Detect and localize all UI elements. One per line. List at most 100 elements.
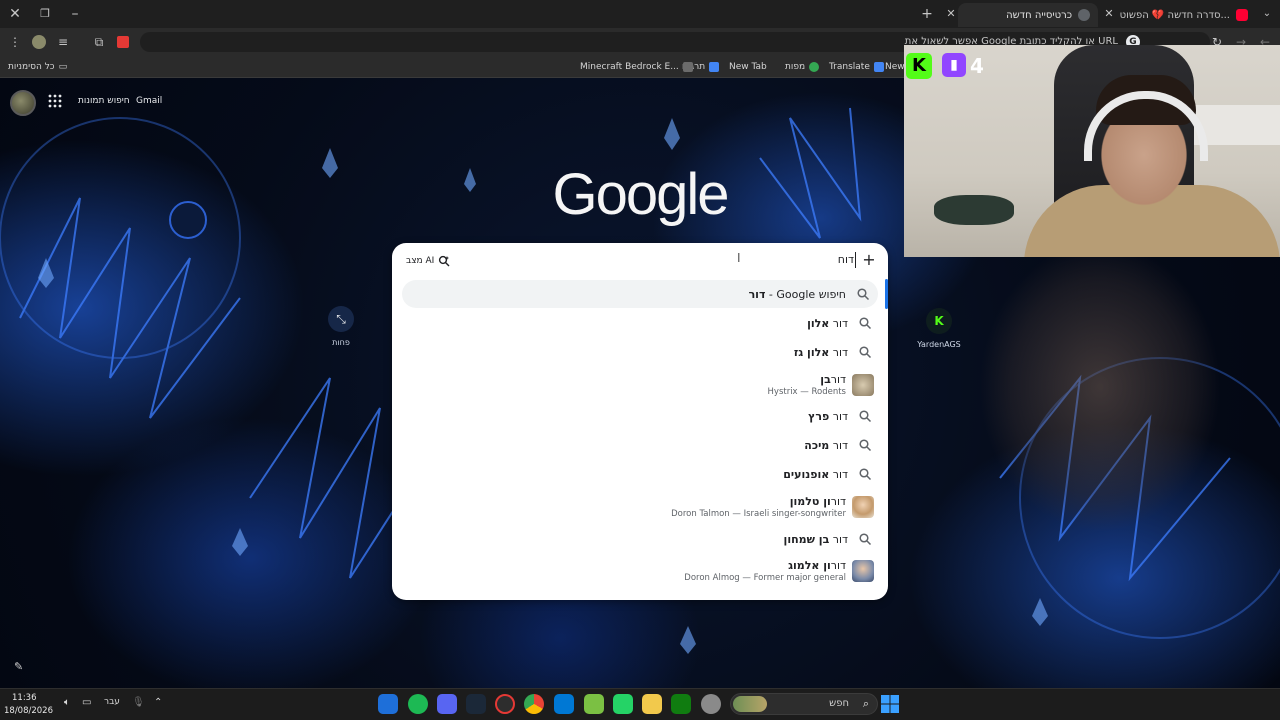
language-indicator[interactable]: עבר [104, 697, 120, 707]
xbox-icon[interactable] [671, 694, 691, 714]
ai-search-icon [439, 255, 450, 267]
obs-icon[interactable] [495, 694, 515, 714]
chrome-taskbar-icon[interactable] [524, 694, 544, 714]
gmail-link[interactable]: Gmail [136, 96, 162, 106]
shortcut-tile[interactable]: ⤡ פחות [318, 306, 364, 347]
bookmark-new[interactable]: New [885, 59, 905, 75]
search-highlight-art [733, 696, 767, 712]
suggestion-row-entity[interactable]: דורבן Hystrix — Rodents [400, 372, 880, 398]
reading-list-icon[interactable]: ≡ [54, 33, 72, 51]
search-icon: ⌕ [862, 697, 869, 710]
suggestion-bold: ון טלמון [789, 495, 831, 508]
minecraft-icon [682, 62, 693, 72]
whatsapp-icon[interactable] [613, 694, 633, 714]
folder-icon: ▭ [58, 62, 68, 72]
selection-indicator [885, 279, 888, 309]
suggestion-row[interactable]: דור פרץ [400, 407, 880, 425]
suggestion-rest: - Google חיפוש [765, 287, 846, 301]
suggestion-bold: אלון גז [793, 345, 830, 359]
search-icon [859, 533, 872, 546]
ai-mode-button[interactable]: מצב AI [402, 252, 454, 270]
suggestion-row-entity[interactable]: דורון אלמוג Doron Almog — Former major g… [400, 558, 880, 584]
search-icon [859, 346, 872, 359]
file-explorer-icon[interactable] [642, 694, 662, 714]
new-tab-icon[interactable]: + [916, 4, 938, 24]
webcam-floor-object [934, 195, 1014, 225]
bookmark-label: Minecraft Bedrock E... [580, 62, 679, 72]
search-icon [859, 317, 872, 330]
suggestion-row-entity[interactable]: דורון טלמון Doron Talmon — Israeli singe… [400, 494, 880, 520]
images-link[interactable]: חיפוש תמונות [78, 96, 130, 106]
bookmark-new-tab[interactable]: New Tab [729, 59, 767, 75]
shortcut-tile-yarden[interactable]: K YardenAGS [916, 308, 962, 349]
profile-avatar[interactable] [30, 33, 48, 51]
menu-kebab-icon[interactable]: ⋮ [6, 33, 24, 51]
tab-youtube[interactable]: (1025) סדרה חדשה 💔 הפשוט... [1118, 3, 1256, 27]
translate-icon [873, 62, 884, 72]
streamer-face-overlay [900, 257, 1280, 557]
suggestion-rest: דור [830, 559, 846, 572]
tab-label: כרטיסייה חדשה [1006, 9, 1072, 21]
porcupine-thumbnail [852, 374, 874, 396]
bookmark-label: Translate [829, 62, 870, 72]
kick-icon: K [926, 308, 952, 334]
network-icon[interactable]: ▭ [82, 697, 91, 708]
apps-grid-icon[interactable] [48, 94, 62, 108]
suggestion-row[interactable]: דור - Google חיפוש [402, 280, 878, 308]
settings-gear-icon[interactable] [701, 694, 721, 714]
tray-chevron-icon[interactable]: ⌃ [154, 697, 162, 708]
plus-icon[interactable]: + [860, 251, 878, 269]
search-icon [857, 288, 870, 301]
shortcut-label: פחות [332, 338, 350, 347]
text-caret [855, 252, 856, 268]
minimize-window-icon[interactable]: – [64, 4, 86, 24]
suggestion-bold: ון אלמוג [788, 559, 831, 572]
account-avatar[interactable] [10, 90, 36, 116]
search-icon [859, 468, 872, 481]
ibeam-cursor-icon: I [737, 251, 741, 265]
suggestion-bold: פרץ [808, 409, 830, 423]
suggestion-row[interactable]: דור אופנועים [400, 465, 880, 483]
suggestion-rest: דור [829, 345, 848, 359]
tab-close-icon[interactable]: ✕ [1098, 4, 1120, 24]
discord-icon[interactable] [437, 694, 457, 714]
google-logo: Google [552, 162, 729, 227]
suggestion-bold: אלון [807, 316, 830, 330]
suggestion-rest: דור [829, 438, 848, 452]
steam-icon[interactable] [466, 694, 486, 714]
spotify-icon[interactable] [408, 694, 428, 714]
customize-pencil-icon[interactable]: ✎ [14, 660, 23, 673]
suggestion-rest: דור [829, 467, 848, 481]
suggestion-row[interactable]: דור אלון גז [400, 343, 880, 361]
suggestion-rest: דור [829, 409, 848, 423]
taskbar-search-box[interactable]: חפש ⌕ [730, 693, 878, 715]
extensions-icon[interactable]: ⧉ [90, 33, 108, 51]
microphone-icon[interactable]: 🎙︎ [132, 697, 145, 708]
suggestion-row[interactable]: דור מיכה [400, 436, 880, 454]
bookmark-translate[interactable]: Translate [829, 59, 884, 75]
doron-talmon-thumbnail [852, 496, 874, 518]
restore-window-icon[interactable]: ❐ [34, 4, 56, 24]
tab-new-tab[interactable]: כרטיסייה חדשה [958, 3, 1098, 27]
clock-time[interactable]: 11:36 [12, 693, 37, 703]
windows-start-icon[interactable] [880, 694, 900, 714]
search-icon [859, 410, 872, 423]
minecraft-launcher-icon[interactable] [584, 694, 604, 714]
store-icon[interactable] [554, 694, 574, 714]
bookmark-maps[interactable]: מפות [785, 59, 820, 75]
extension-red-icon[interactable] [114, 33, 132, 51]
taskbar-app-icon[interactable] [378, 694, 398, 714]
search-input[interactable]: + דוח I מצב AI [392, 243, 888, 279]
tab-search-icon[interactable]: ⌄ [1256, 4, 1278, 24]
bookmark-minecraft[interactable]: Minecraft Bedrock E... [580, 59, 693, 75]
tab-label: (1025) סדרה חדשה 💔 הפשוט... [1118, 9, 1230, 21]
suggestion-subtitle: Doron Talmon — Israeli singer-songwriter [671, 509, 846, 519]
close-window-icon[interactable]: ✕ [4, 4, 26, 24]
all-bookmarks[interactable]: כל הסימניות ▭ [8, 59, 67, 75]
clock-date[interactable]: 18/08/2026 [4, 706, 53, 716]
kick-logo-icon: K [906, 53, 932, 79]
suggestion-row[interactable]: דור בן שמחון [400, 530, 880, 548]
suggestion-row[interactable]: דור אלון [400, 314, 880, 332]
doron-almog-thumbnail [852, 560, 874, 582]
volume-icon[interactable]: 🔈︎ [64, 697, 70, 708]
